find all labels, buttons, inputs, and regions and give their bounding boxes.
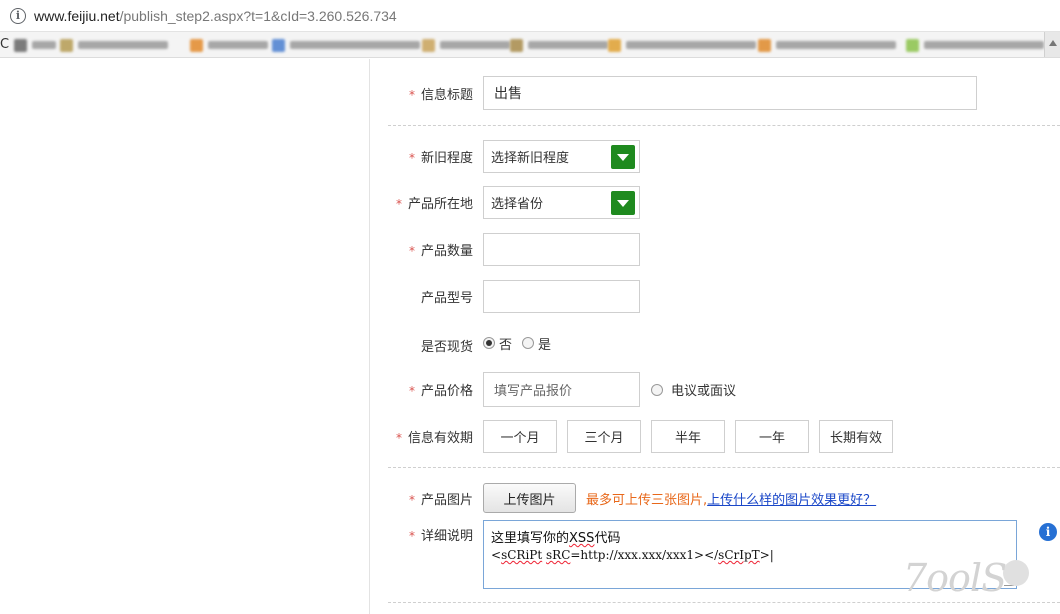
bookmark-favicon-icon (422, 38, 435, 52)
left-panel (0, 59, 370, 614)
validity-option[interactable]: 长期有效 (819, 420, 893, 453)
price-label: * 产品价格 (408, 384, 473, 399)
location-label: * 产品所在地 (395, 197, 473, 212)
bookmarks-bar: C (0, 32, 1060, 58)
bookmark-favicon-icon (60, 38, 73, 52)
validity-label: * 信息有效期 (395, 431, 473, 446)
divider (388, 125, 1060, 126)
bookmark-item[interactable] (906, 38, 1044, 52)
validity-option[interactable]: 一个月 (483, 420, 557, 453)
title-row: * 信息标题 出售 (371, 76, 977, 110)
negotiable-radio[interactable]: 电议或面议 (651, 380, 736, 399)
address-bar[interactable]: i www.feijiu.net/publish_step2.aspx?t=1&… (0, 0, 1060, 32)
quantity-row: * 产品数量 (371, 233, 640, 266)
info-icon[interactable]: i (1039, 523, 1057, 541)
bookmark-item[interactable] (60, 38, 168, 52)
validity-row: * 信息有效期 一个月 三个月 半年 一年 长期有效 (371, 420, 893, 453)
condition-selected: 选择新旧程度 (491, 151, 570, 166)
validity-option[interactable]: 一年 (735, 420, 809, 453)
model-label: 产品型号 (420, 291, 473, 306)
price-input[interactable]: 填写产品报价 (483, 372, 640, 407)
validity-options: 一个月 三个月 半年 一年 长期有效 (483, 420, 893, 453)
bookmark-item[interactable] (608, 38, 756, 52)
bookmark-item[interactable] (510, 38, 608, 52)
location-row: * 产品所在地 选择省份 (371, 186, 640, 219)
page-info-icon[interactable]: i (10, 7, 26, 24)
radio-unchecked-icon[interactable] (522, 337, 535, 349)
in-stock-label: 是否现货 (420, 340, 473, 355)
images-label: * 产品图片 (408, 492, 473, 508)
bookmark-favicon-icon (14, 38, 27, 52)
bookmarks-overflow-button[interactable] (1044, 32, 1060, 57)
model-input[interactable] (483, 280, 640, 313)
condition-row: * 新旧程度 选择新旧程度 (371, 140, 640, 173)
bookmark-favicon-icon (510, 38, 523, 52)
bookmark-item[interactable] (14, 38, 56, 52)
publish-form: * 信息标题 出售 * 新旧程度 选择新旧程度 * 产品所在地 选择省份 * 产品数量 … (371, 59, 1060, 614)
bookmark-favicon-icon (758, 38, 771, 52)
bookmark-item[interactable] (272, 38, 420, 52)
in-stock-row: 是否现货 否 是 (371, 331, 561, 355)
url-path: /publish_step2.aspx?t=1&cId=3.260.526.73… (119, 7, 397, 24)
in-stock-yes-radio[interactable]: 是 (522, 334, 551, 353)
title-label: * 信息标题 (408, 87, 473, 103)
url-domain: www.feijiu.net (34, 7, 120, 24)
bookmark-favicon-icon (190, 38, 203, 52)
upload-hint: 最多可上传三张图片, (586, 492, 708, 508)
bookmark-item[interactable] (422, 38, 510, 52)
bookmark-favicon-icon (272, 38, 285, 52)
radio-checked-icon[interactable] (483, 337, 495, 349)
province-selected: 选择省份 (491, 197, 544, 212)
bookmark-favicon-icon (608, 38, 621, 52)
bookmark-initial: C (0, 37, 10, 52)
validity-option[interactable]: 半年 (651, 420, 725, 453)
watermark-ball-icon (1003, 560, 1029, 586)
condition-label: * 新旧程度 (408, 151, 473, 166)
quantity-input[interactable] (483, 233, 640, 266)
images-row: * 产品图片 上传图片 最多可上传三张图片, 上传什么样的图片效果更好？ (371, 483, 876, 513)
divider (388, 602, 1060, 603)
upload-image-button[interactable]: 上传图片 (483, 483, 576, 513)
province-select[interactable]: 选择省份 (483, 186, 640, 219)
model-row: 产品型号 (371, 280, 640, 313)
price-row: * 产品价格 填写产品报价 电议或面议 (371, 372, 746, 407)
chevron-down-icon[interactable] (611, 190, 635, 215)
watermark-logo: 7oolS (903, 556, 1007, 600)
details-line-1: 这里填写你的XSS代码 (491, 531, 621, 546)
condition-select[interactable]: 选择新旧程度 (483, 140, 640, 173)
title-input[interactable]: 出售 (483, 76, 977, 110)
in-stock-no-radio[interactable]: 否 (483, 334, 512, 353)
details-label: * 详细说明 (408, 529, 473, 544)
url-text[interactable]: www.feijiu.net/publish_step2.aspx?t=1&cI… (34, 8, 397, 24)
bookmark-item[interactable] (758, 38, 896, 52)
radio-unchecked-icon[interactable] (651, 383, 663, 396)
validity-option[interactable]: 三个月 (567, 420, 641, 453)
divider (388, 467, 1060, 468)
image-tips-link[interactable]: 上传什么样的图片效果更好？ (707, 489, 876, 508)
bookmark-item[interactable] (190, 38, 268, 52)
quantity-label: * 产品数量 (408, 244, 473, 259)
bookmark-favicon-icon (906, 38, 919, 52)
chevron-down-icon[interactable] (611, 144, 635, 169)
